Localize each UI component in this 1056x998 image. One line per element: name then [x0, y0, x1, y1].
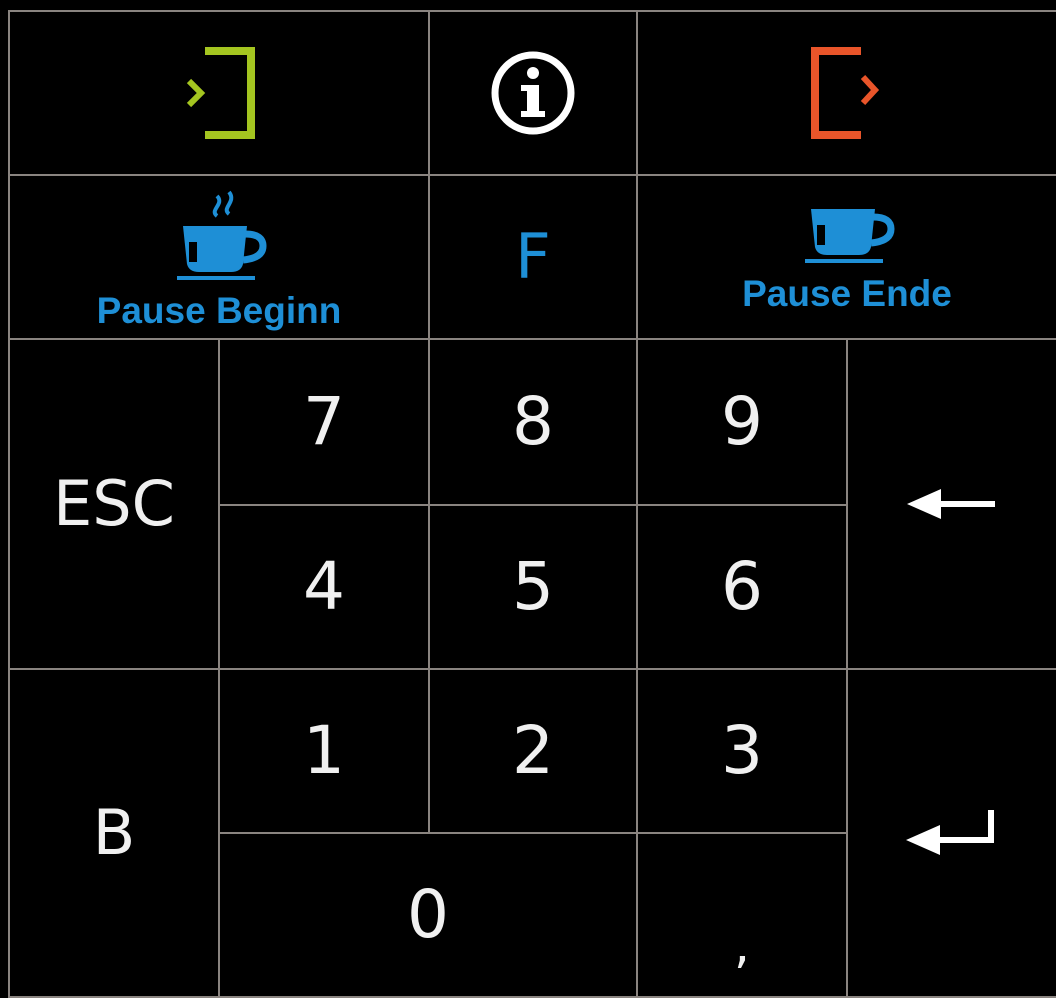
key-8-label: 8 — [512, 383, 554, 460]
info-icon — [491, 51, 575, 135]
esc-label: ESC — [53, 467, 175, 540]
key-5[interactable]: 5 — [428, 504, 638, 670]
pause-end-button[interactable]: Pause Ende — [636, 174, 1056, 340]
key-0-label: 0 — [407, 876, 449, 953]
b-label: B — [92, 796, 136, 869]
f-button[interactable]: F — [428, 174, 638, 340]
login-icon — [186, 47, 255, 139]
key-7[interactable]: 7 — [218, 338, 430, 506]
comma-button[interactable]: , — [636, 832, 848, 998]
pause-begin-label: Pause Beginn — [96, 289, 342, 331]
key-9-label: 9 — [721, 383, 763, 460]
time-terminal-keypad: Pause Beginn F Pause Ende ESC 7 8 9 4 5 … — [0, 0, 1056, 998]
key-5-label: 5 — [512, 548, 554, 625]
key-4-label: 4 — [303, 548, 345, 625]
key-7-label: 7 — [303, 383, 345, 460]
esc-button[interactable]: ESC — [8, 338, 220, 670]
coffee-cup-icon — [804, 208, 895, 263]
key-6-label: 6 — [721, 548, 763, 625]
hot-coffee-cup-icon — [177, 190, 267, 280]
key-6[interactable]: 6 — [636, 504, 848, 670]
key-9[interactable]: 9 — [636, 338, 848, 506]
logout-button[interactable] — [636, 10, 1056, 176]
info-button[interactable] — [428, 10, 638, 176]
b-button[interactable]: B — [8, 668, 220, 998]
backspace-arrow-icon — [907, 489, 995, 519]
enter-button[interactable] — [846, 668, 1056, 998]
key-3-label: 3 — [721, 712, 763, 789]
f-key-label: F — [515, 220, 551, 293]
pause-begin-button[interactable]: Pause Beginn — [8, 174, 430, 340]
key-0[interactable]: 0 — [218, 832, 638, 998]
login-button[interactable] — [8, 10, 430, 176]
key-8[interactable]: 8 — [428, 338, 638, 506]
backspace-button[interactable] — [846, 338, 1056, 670]
comma-label: , — [734, 916, 750, 974]
key-1-label: 1 — [303, 712, 345, 789]
key-4[interactable]: 4 — [218, 504, 430, 670]
logout-icon — [811, 47, 880, 139]
key-2[interactable]: 2 — [428, 668, 638, 834]
pause-end-label: Pause Ende — [742, 272, 952, 314]
key-2-label: 2 — [512, 712, 554, 789]
key-3[interactable]: 3 — [636, 668, 848, 834]
key-1[interactable]: 1 — [218, 668, 430, 834]
enter-icon — [906, 810, 994, 855]
